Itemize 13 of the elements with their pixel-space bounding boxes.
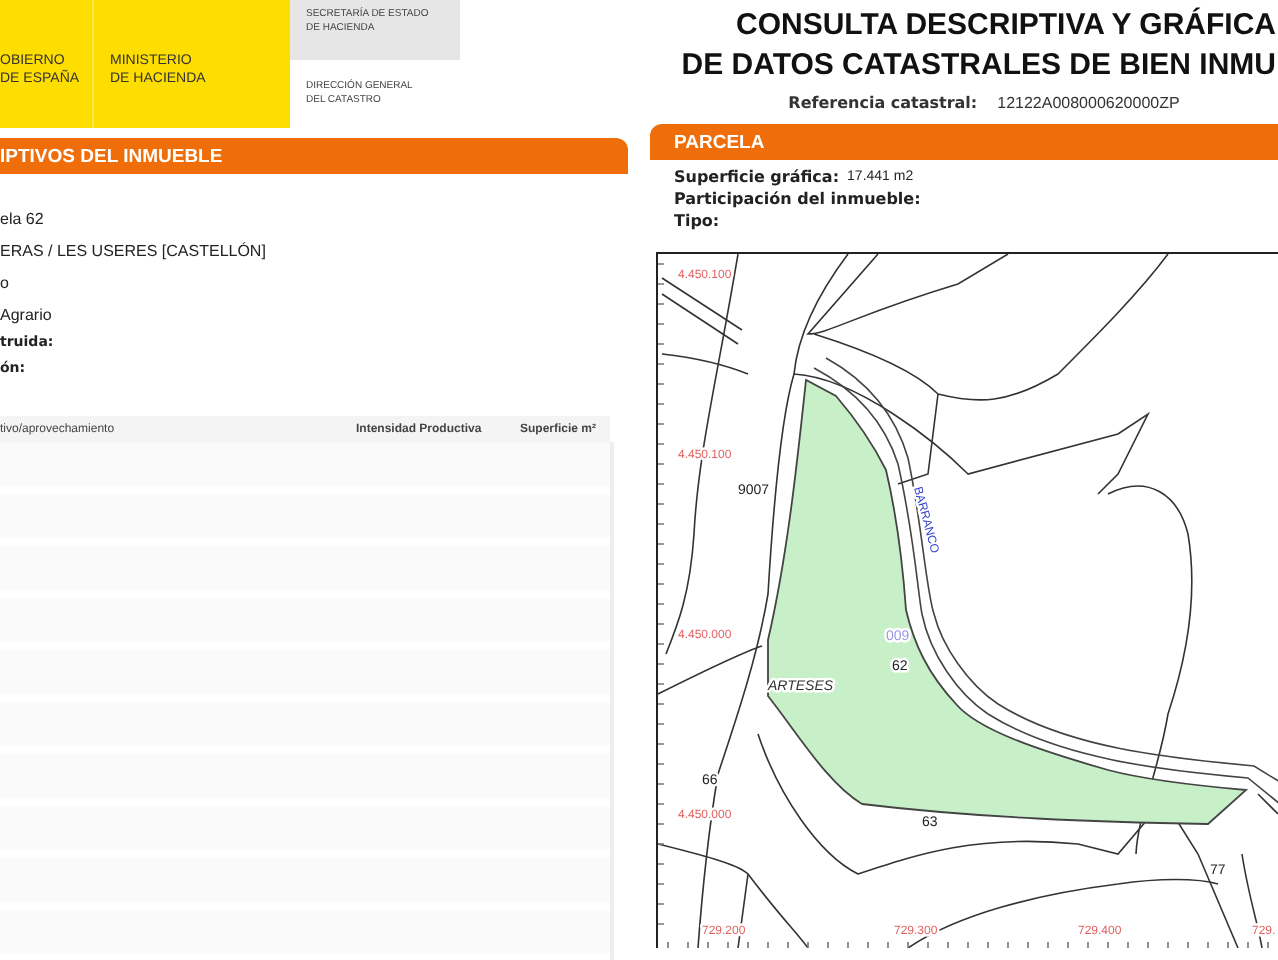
field-label: Participación del inmueble: (674, 188, 921, 210)
reference-value: 12122A008000620000ZP (997, 94, 1180, 116)
page-title: CONSULTA DESCRIPTIVA Y GRÁFICA (735, 6, 1276, 46)
page-title: DE DATOS CATASTRALES DE BIEN INMU (681, 46, 1276, 86)
field-label: Tipo: (674, 210, 720, 232)
field-value: Agrario (0, 304, 54, 328)
section-title: PARCELA (674, 131, 765, 153)
section-title: IPTIVOS DEL INMUEBLE (0, 145, 223, 167)
field-label: Superficie gráfica: (674, 166, 840, 188)
field-value: ela 62 (0, 208, 46, 232)
reference-label: Referencia catastral: (788, 94, 978, 116)
field-value: ERAS / LES USERES [CASTELLÓN] (0, 240, 268, 264)
field-value: o (0, 272, 11, 296)
